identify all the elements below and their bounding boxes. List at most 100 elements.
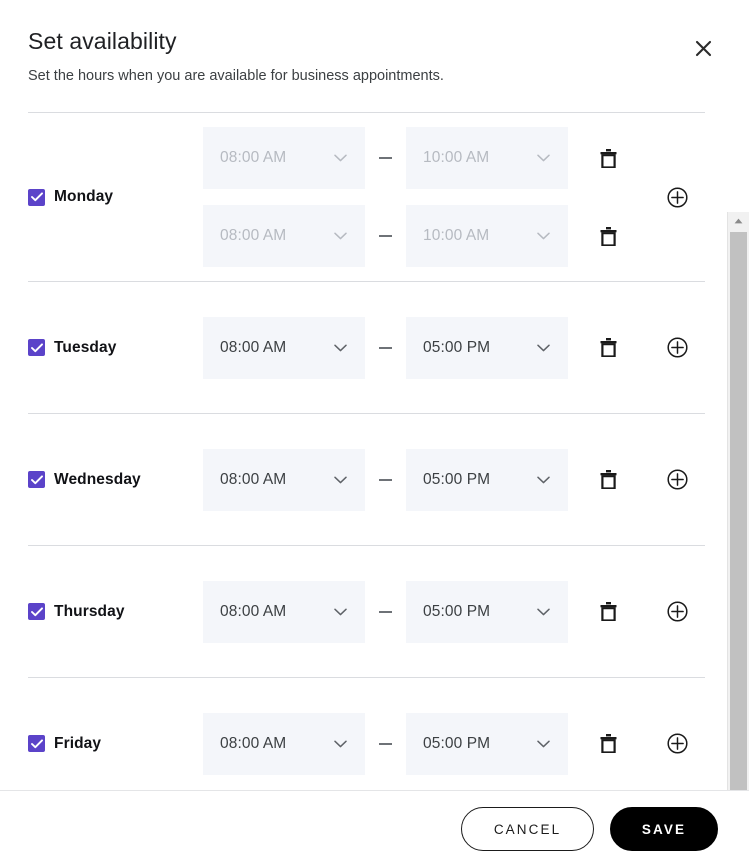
end-time-select[interactable]: 05:00 PM xyxy=(406,712,568,775)
check-icon xyxy=(30,738,43,748)
day-row: Tuesday 08:00 AM 05:00 PM xyxy=(0,282,726,413)
time-range-separator xyxy=(365,742,406,745)
start-time-select-value: 08:00 AM xyxy=(220,227,287,244)
close-icon[interactable] xyxy=(688,33,718,63)
day-row: Thursday 08:00 AM 05:00 PM xyxy=(0,546,726,677)
time-range-separator xyxy=(365,346,406,349)
day-checkbox[interactable] xyxy=(28,735,45,752)
chevron-down-icon xyxy=(537,154,550,162)
close-glyph xyxy=(695,40,711,56)
chevron-down-icon xyxy=(537,344,550,351)
scroll-up-glyph xyxy=(734,218,743,224)
start-time-select-value: 08:00 AM xyxy=(220,734,287,752)
check-icon xyxy=(30,192,43,202)
chevron-down-icon xyxy=(334,476,347,483)
add-slot-cell xyxy=(649,729,705,759)
trash-icon[interactable] xyxy=(587,602,629,621)
day-row: Wednesday 08:00 AM 05:00 PM xyxy=(0,414,726,545)
dialog-subtitle: Set the hours when you are available for… xyxy=(28,68,444,84)
chevron-down-icon xyxy=(537,608,550,615)
plus-circle-icon[interactable] xyxy=(662,729,692,759)
plus-circle-icon[interactable] xyxy=(662,182,692,212)
day-name-label: Tuesday xyxy=(54,338,117,356)
trash-icon[interactable] xyxy=(587,338,629,357)
time-slots: 08:00 AM 10:00 AM 08:00 AM 10:00 AM xyxy=(203,127,649,267)
trash-icon[interactable] xyxy=(587,226,629,246)
time-slot: 08:00 AM 05:00 PM xyxy=(203,712,649,775)
start-time-select-value: 08:00 AM xyxy=(220,470,287,488)
check-icon xyxy=(30,606,43,616)
add-slot-cell xyxy=(649,465,705,495)
start-time-select[interactable]: 08:00 AM xyxy=(203,448,365,511)
dialog-footer: CANCEL SAVE xyxy=(0,791,749,867)
cancel-button[interactable]: CANCEL xyxy=(461,807,594,851)
start-time-select[interactable]: 08:00 AM xyxy=(203,127,365,189)
time-slot: 08:00 AM 05:00 PM xyxy=(203,580,649,643)
time-slots: 08:00 AM 05:00 PM xyxy=(203,316,649,379)
scroll-up-arrow-icon[interactable] xyxy=(728,212,749,230)
end-time-select-value: 05:00 PM xyxy=(423,338,491,356)
day-label-cell: Thursday xyxy=(28,603,203,621)
end-time-select[interactable]: 10:00 AM xyxy=(406,205,568,267)
day-label-cell: Friday xyxy=(28,735,203,753)
start-time-select[interactable]: 08:00 AM xyxy=(203,712,365,775)
time-slot: 08:00 AM 10:00 AM xyxy=(203,127,649,189)
start-time-select-value: 08:00 AM xyxy=(220,602,287,620)
plus-circle-glyph xyxy=(666,186,688,208)
day-checkbox[interactable] xyxy=(28,603,45,620)
day-checkbox[interactable] xyxy=(28,471,45,488)
day-checkbox[interactable] xyxy=(28,339,45,356)
end-time-select-value: 10:00 AM xyxy=(423,149,490,166)
day-label-cell: Monday xyxy=(28,188,203,206)
chevron-down-icon xyxy=(537,232,550,240)
start-time-select[interactable]: 08:00 AM xyxy=(203,316,365,379)
start-time-select-value: 08:00 AM xyxy=(220,338,287,356)
start-time-select[interactable]: 08:00 AM xyxy=(203,205,365,267)
end-time-select-value: 05:00 PM xyxy=(423,602,491,620)
day-rows-list: Monday 08:00 AM 10:00 AM 08:00 AM 10:00 AM Tu… xyxy=(0,113,726,790)
chevron-down-icon xyxy=(334,344,347,351)
chevron-down-icon xyxy=(334,154,347,162)
trash-glyph xyxy=(600,338,616,357)
plus-circle-icon[interactable] xyxy=(662,597,692,627)
add-slot-cell xyxy=(649,597,705,627)
trash-icon[interactable] xyxy=(587,148,629,168)
dialog-header: Set availability Set the hours when you … xyxy=(0,0,749,112)
day-name-label: Thursday xyxy=(54,602,125,620)
start-time-select[interactable]: 08:00 AM xyxy=(203,580,365,643)
trash-icon[interactable] xyxy=(587,470,629,489)
day-name-label: Friday xyxy=(54,734,102,752)
plus-circle-glyph xyxy=(666,733,688,754)
save-button[interactable]: SAVE xyxy=(610,807,718,851)
time-range-separator xyxy=(365,235,406,237)
day-checkbox[interactable] xyxy=(28,188,45,206)
day-label-cell: Wednesday xyxy=(28,471,203,489)
day-label-cell: Tuesday xyxy=(28,339,203,357)
add-slot-cell xyxy=(649,333,705,363)
chevron-down-icon xyxy=(334,232,347,240)
end-time-select-value: 05:00 PM xyxy=(423,734,491,752)
trash-glyph xyxy=(600,148,616,168)
plus-circle-icon[interactable] xyxy=(662,465,692,495)
set-availability-dialog: Set availability Set the hours when you … xyxy=(0,0,749,867)
time-slot: 08:00 AM 10:00 AM xyxy=(203,205,649,267)
time-slots: 08:00 AM 05:00 PM xyxy=(203,712,649,775)
add-slot-cell xyxy=(649,182,705,212)
end-time-select-value: 10:00 AM xyxy=(423,227,490,244)
time-slot: 08:00 AM 05:00 PM xyxy=(203,448,649,511)
day-row: Monday 08:00 AM 10:00 AM 08:00 AM 10:00 AM xyxy=(0,113,726,281)
end-time-select[interactable]: 05:00 PM xyxy=(406,316,568,379)
trash-icon[interactable] xyxy=(587,734,629,753)
time-slot: 08:00 AM 05:00 PM xyxy=(203,316,649,379)
end-time-select-value: 05:00 PM xyxy=(423,470,491,488)
end-time-select[interactable]: 05:00 PM xyxy=(406,448,568,511)
chevron-down-icon xyxy=(334,740,347,747)
end-time-select[interactable]: 05:00 PM xyxy=(406,580,568,643)
start-time-select-value: 08:00 AM xyxy=(220,149,287,166)
scrollbar-thumb[interactable] xyxy=(730,232,747,790)
plus-circle-icon[interactable] xyxy=(662,333,692,363)
vertical-scrollbar[interactable] xyxy=(727,212,749,790)
end-time-select[interactable]: 10:00 AM xyxy=(406,127,568,189)
trash-glyph xyxy=(600,226,616,246)
day-row: Friday 08:00 AM 05:00 PM xyxy=(0,678,726,790)
